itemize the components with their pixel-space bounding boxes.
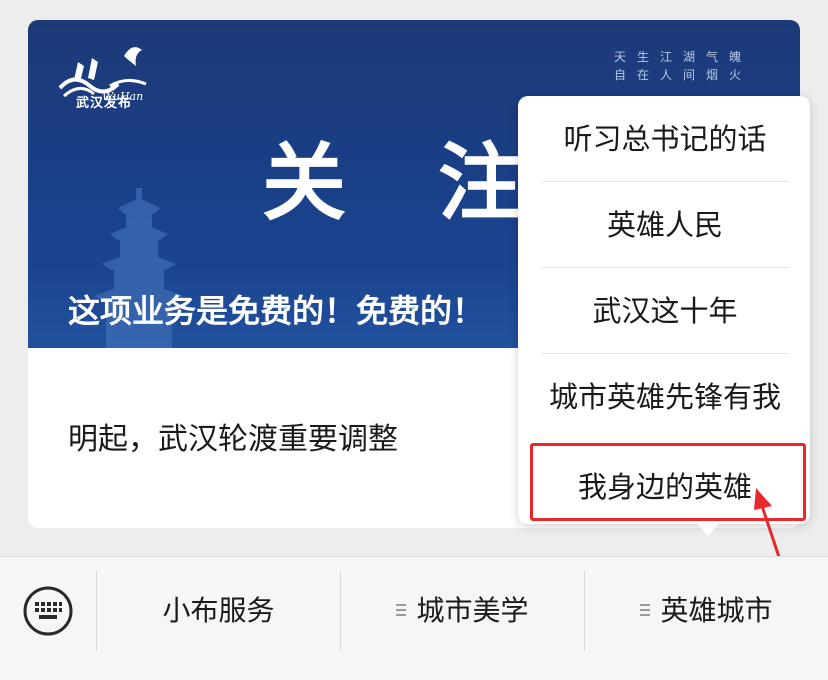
bottom-menu-bar: 小布服务 城市美学 英雄城市	[0, 556, 828, 680]
submenu-item-heroic-people[interactable]: 英雄人民	[542, 182, 788, 268]
menu-label: 小布服务	[162, 594, 275, 627]
submenu-lines-icon	[640, 604, 651, 616]
slogan-line-1: 天生江湖气魄	[613, 50, 752, 64]
submenu-pointer	[696, 522, 720, 536]
banner-slogan: 天生江湖气魄 自在人间烟火	[614, 48, 752, 84]
slogan-line-2: 自在人间烟火	[613, 68, 752, 82]
menu-heroic-city[interactable]: 英雄城市	[585, 571, 828, 651]
submenu-item-city-heroes-pioneer[interactable]: 城市英雄先锋有我	[542, 354, 788, 440]
article-title[interactable]: 明起，武汉轮渡重要调整	[68, 414, 398, 458]
keyboard-icon[interactable]	[22, 585, 74, 637]
menu-label: 城市美学	[416, 594, 529, 627]
submenu-item-listen-words[interactable]: 听习总书记的话	[542, 96, 788, 182]
menu-city-aesthetics[interactable]: 城市美学	[341, 571, 584, 651]
banner-subtitle: 这项业务是免费的！免费的！	[68, 292, 485, 330]
menu-label: 英雄城市	[660, 594, 773, 627]
logo-text: 武汉发布	[76, 96, 133, 111]
submenu-lines-icon	[396, 604, 407, 616]
submenu-item-wuhan-decade[interactable]: 武汉这十年	[542, 268, 788, 354]
menu-xiaobu-services[interactable]: 小布服务	[97, 571, 340, 651]
